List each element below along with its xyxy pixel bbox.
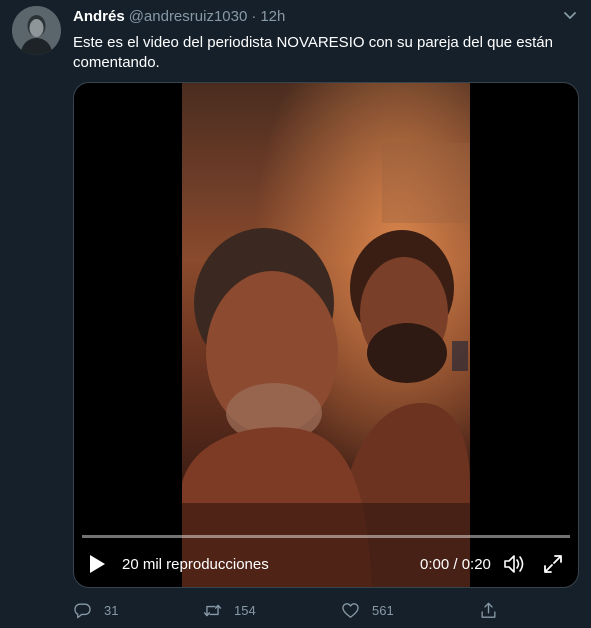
retweet-count: 154: [234, 602, 256, 618]
tweet-text: Este es el video del periodista NOVARESI…: [73, 34, 553, 71]
author-handle[interactable]: @andresruiz1030: [129, 8, 248, 25]
progress-bar[interactable]: [82, 535, 570, 538]
volume-muted-icon: [504, 555, 524, 573]
heart-icon: [342, 602, 359, 618]
chevron-down-icon: [564, 12, 576, 19]
reply-icon: [74, 602, 91, 618]
avatar[interactable]: [12, 6, 61, 55]
video-player[interactable]: 20 mil reproducciones 0:00 / 0:20: [73, 82, 579, 588]
share-icon: [481, 602, 496, 618]
video-frame[interactable]: [182, 83, 470, 587]
tweet-actions: 31 154 561: [73, 598, 579, 622]
header-separator: ·: [251, 8, 257, 25]
time-readout: 0:00 / 0:20: [420, 556, 491, 573]
like-button[interactable]: 561: [341, 598, 394, 622]
share-button[interactable]: [479, 598, 510, 622]
volume-button[interactable]: [502, 553, 526, 575]
fullscreen-button[interactable]: [542, 553, 564, 575]
tweet-timestamp[interactable]: 12h: [260, 8, 285, 25]
view-count: 20 mil reproducciones: [122, 556, 269, 573]
more-options-button[interactable]: [560, 8, 580, 24]
tweet-header: Andrés @andresruiz1030 · 12h: [73, 8, 285, 28]
play-icon: [90, 555, 105, 573]
video-controls: 20 mil reproducciones 0:00 / 0:20: [74, 545, 578, 583]
retweet-button[interactable]: 154: [203, 598, 256, 622]
author-name[interactable]: Andrés: [73, 8, 125, 25]
reply-count: 31: [104, 602, 119, 618]
like-count: 561: [372, 602, 394, 618]
retweet-icon: [203, 604, 222, 616]
fullscreen-icon: [544, 555, 562, 573]
play-button[interactable]: [86, 553, 108, 575]
tweet[interactable]: Andrés @andresruiz1030 · 12h Este es el …: [0, 0, 591, 628]
reply-button[interactable]: 31: [73, 598, 118, 622]
